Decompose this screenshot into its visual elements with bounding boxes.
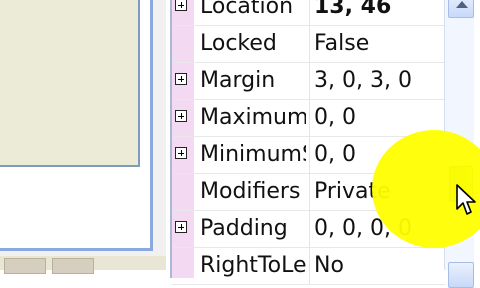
plus-box-icon[interactable]	[175, 221, 187, 233]
property-value[interactable]: No	[314, 252, 444, 280]
form-surface[interactable]	[0, 0, 140, 167]
column-divider[interactable]	[309, 210, 310, 247]
column-divider[interactable]	[309, 0, 310, 25]
property-value[interactable]: 0, 0	[314, 104, 444, 132]
mouse-pointer-icon	[456, 184, 476, 215]
plus-box-icon[interactable]	[175, 0, 187, 11]
column-divider[interactable]	[309, 99, 310, 136]
property-row-right-to-left[interactable]: RightToLeft No	[172, 247, 446, 285]
property-value[interactable]: 13, 46	[314, 0, 444, 21]
property-name: Modifiers	[200, 179, 301, 204]
property-row-margin[interactable]: Margin 3, 0, 3, 0	[172, 62, 446, 100]
form-designer-area[interactable]	[0, 0, 166, 274]
property-name: Locked	[200, 31, 277, 56]
property-value[interactable]: 3, 0, 3, 0	[314, 67, 444, 95]
property-row-locked[interactable]: Locked False	[172, 25, 446, 63]
designer-strip-item[interactable]	[4, 258, 46, 274]
property-name: MinimumSize	[200, 142, 306, 167]
column-divider[interactable]	[309, 136, 310, 173]
property-name: Location	[200, 0, 294, 19]
arrow-down-icon[interactable]	[448, 262, 474, 288]
property-name: Margin	[200, 68, 276, 93]
plus-box-icon[interactable]	[175, 73, 187, 85]
property-value[interactable]: False	[314, 30, 444, 58]
designer-bottom-strip	[0, 256, 166, 274]
column-divider[interactable]	[309, 173, 310, 210]
plus-box-icon[interactable]	[175, 110, 187, 122]
property-name: MaximumSize	[200, 105, 306, 130]
property-name: RightToLeft	[200, 253, 306, 278]
column-divider[interactable]	[309, 25, 310, 62]
property-row-maximum-size[interactable]: MaximumSize 0, 0	[172, 99, 446, 137]
column-divider[interactable]	[309, 247, 310, 284]
property-name: Padding	[200, 216, 288, 241]
plus-box-icon[interactable]	[175, 147, 187, 159]
arrow-up-icon[interactable]	[448, 0, 474, 18]
designer-strip-item[interactable]	[52, 258, 94, 274]
column-divider[interactable]	[309, 62, 310, 99]
property-row-location[interactable]: Location 13, 46	[172, 0, 446, 26]
